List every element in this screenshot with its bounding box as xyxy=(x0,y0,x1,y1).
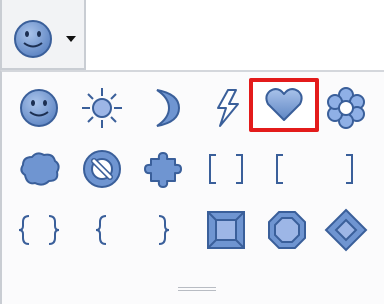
shape-right-brace-button[interactable] xyxy=(135,202,191,258)
double-bracket-icon xyxy=(209,154,243,184)
shape-no-symbol-button[interactable] xyxy=(74,141,130,197)
shape-lightning-bolt-button[interactable] xyxy=(198,80,254,136)
left-brace-icon xyxy=(95,215,107,245)
chevron-down-icon xyxy=(66,36,76,42)
shape-cloud-button[interactable] xyxy=(11,141,67,197)
shape-left-brace-button[interactable] xyxy=(74,202,130,258)
sun-icon xyxy=(82,88,122,128)
left-bracket-icon xyxy=(276,154,283,184)
double-brace-icon xyxy=(18,215,60,245)
handle-line-bottom xyxy=(178,290,216,291)
diamond-bevel-icon xyxy=(324,208,368,252)
shape-left-bracket-button[interactable] xyxy=(259,141,315,197)
no-symbol-icon xyxy=(83,150,121,188)
right-brace-icon xyxy=(158,215,170,245)
shape-flower-button[interactable] xyxy=(318,80,374,136)
flower-icon xyxy=(327,87,365,129)
square-bevel-icon xyxy=(207,211,245,249)
basic-shapes-dropdown-button[interactable] xyxy=(0,0,86,70)
handle-line-top xyxy=(178,287,216,288)
moon-icon xyxy=(156,89,181,127)
shape-diamond-bevel-button[interactable] xyxy=(318,202,374,258)
shape-moon-button[interactable] xyxy=(135,80,191,136)
octagon-bevel-icon xyxy=(268,211,306,249)
shape-double-bracket-button[interactable] xyxy=(198,141,254,197)
shape-double-brace-button[interactable] xyxy=(11,202,67,258)
shape-sun-button[interactable] xyxy=(74,80,130,136)
lightning-bolt-icon xyxy=(217,89,239,127)
shape-smiley-face-button[interactable] xyxy=(11,80,67,136)
shape-square-bevel-button[interactable] xyxy=(198,202,254,258)
smiley-face-icon xyxy=(20,89,58,127)
smiley-face-icon xyxy=(14,20,52,58)
shape-right-bracket-button[interactable] xyxy=(318,141,374,197)
heart-icon xyxy=(265,88,303,121)
puzzle-icon xyxy=(144,152,182,188)
shape-octagon-bevel-button[interactable] xyxy=(259,202,315,258)
cloud-icon xyxy=(20,152,60,186)
right-bracket-icon xyxy=(346,154,353,184)
shape-heart-button[interactable] xyxy=(256,76,312,132)
shape-puzzle-button[interactable] xyxy=(135,141,191,197)
resize-handle[interactable] xyxy=(178,287,216,293)
